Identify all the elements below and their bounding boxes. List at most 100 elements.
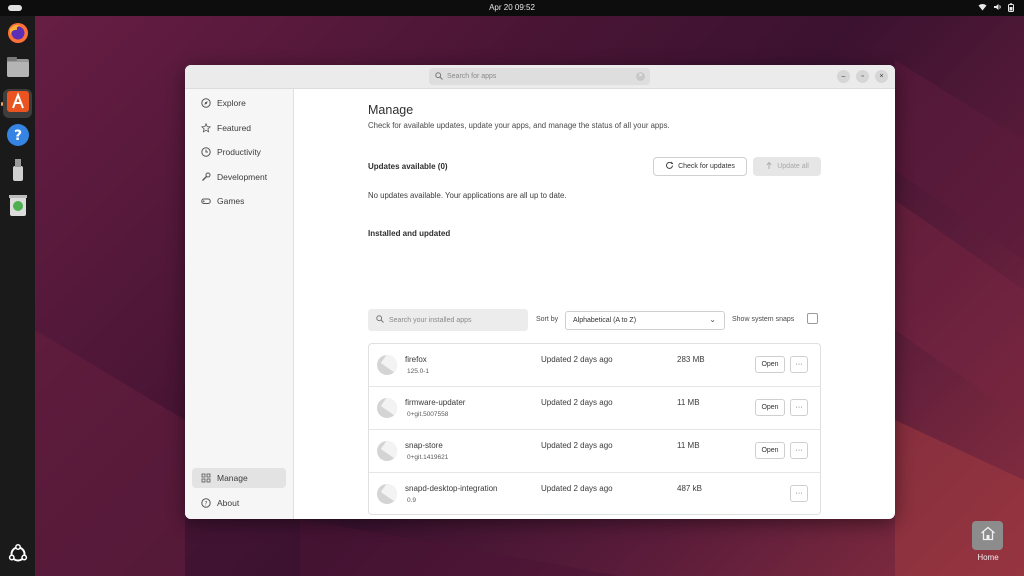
sort-by-label: Sort by [536, 316, 559, 323]
ubuntu-logo-icon [8, 544, 28, 569]
sort-value: Alphabetical (A to Z) [573, 317, 637, 324]
top-bar: Apr 20 09:52 [0, 0, 1024, 16]
sidebar-item-label: Explore [217, 98, 246, 108]
open-button[interactable]: Open [755, 356, 785, 373]
more-options-button[interactable]: ··· [790, 442, 808, 459]
app-name: snapd-desktop-integration [405, 484, 498, 493]
update-all-button[interactable]: Update all [753, 157, 821, 176]
files-launcher[interactable] [3, 55, 32, 84]
no-updates-message: No updates available. Your applications … [368, 191, 567, 200]
home-icon [980, 526, 996, 546]
installed-apps-list: firefox 125.0-1 Updated 2 days ago 283 M… [368, 343, 821, 515]
check-for-updates-label: Check for updates [678, 163, 735, 170]
clock[interactable]: Apr 20 09:52 [0, 3, 1024, 12]
app-center-icon [6, 89, 30, 118]
open-button[interactable]: Open [755, 399, 785, 416]
app-size: 11 MB [677, 398, 700, 407]
grid-icon [201, 473, 211, 483]
help-launcher[interactable]: ? [3, 123, 32, 152]
app-version: 0+git.1419621 [407, 454, 449, 461]
app-placeholder-icon [377, 398, 397, 418]
more-options-button[interactable]: ··· [790, 485, 808, 502]
sidebar-item-featured[interactable]: Featured [192, 118, 286, 138]
app-version: 0+git.5007558 [407, 411, 449, 418]
page-title: Manage [368, 103, 414, 117]
check-for-updates-button[interactable]: Check for updates [653, 157, 747, 176]
show-apps-button[interactable] [3, 542, 32, 571]
svg-text:?: ? [204, 500, 207, 507]
battery-icon[interactable] [1008, 3, 1016, 12]
help-icon: ? [6, 123, 30, 152]
app-placeholder-icon [377, 355, 397, 375]
system-tray[interactable] [978, 3, 1016, 12]
dock: ? [0, 16, 35, 576]
app-row-snap-store[interactable]: snap-store 0+git.1419621 Updated 2 days … [369, 430, 820, 473]
svg-text:?: ? [13, 128, 21, 144]
files-icon [6, 56, 30, 83]
compass-icon [201, 98, 211, 108]
app-center-launcher[interactable] [3, 89, 32, 118]
refresh-icon [665, 161, 674, 172]
trash-launcher[interactable] [3, 193, 32, 222]
manage-page: Manage Check for available updates, upda… [295, 89, 895, 519]
app-row-snapd-desktop-integration[interactable]: snapd-desktop-integration 0.9 Updated 2 … [369, 473, 820, 516]
chevron-down-icon: ⌄ [709, 315, 716, 324]
minimize-button[interactable]: – [837, 70, 850, 83]
clear-search-icon[interactable]: × [636, 72, 645, 81]
firefox-launcher[interactable] [3, 21, 32, 50]
search-icon [376, 315, 384, 325]
trash-icon [8, 193, 28, 222]
sidebar-item-about[interactable]: ? About [192, 493, 286, 513]
app-updated: Updated 2 days ago [541, 398, 613, 407]
app-updated: Updated 2 days ago [541, 441, 613, 450]
update-all-label: Update all [777, 163, 809, 170]
sidebar-item-label: Featured [217, 123, 252, 133]
sidebar-item-manage[interactable]: Manage [192, 468, 286, 488]
sidebar-item-label: Manage [217, 473, 248, 483]
show-system-snaps-checkbox[interactable] [807, 313, 818, 324]
usb-drive-launcher[interactable] [3, 158, 32, 187]
installed-search-input[interactable]: Search your installed apps [368, 309, 528, 331]
show-system-snaps-label: Show system snaps [732, 316, 795, 323]
sidebar: Explore Featured Productivity Developmen… [185, 89, 294, 519]
more-options-button[interactable]: ··· [790, 356, 808, 373]
title-bar: Search for apps × – ▫ × [185, 65, 895, 89]
app-placeholder-icon [377, 441, 397, 461]
more-options-button[interactable]: ··· [790, 399, 808, 416]
app-size: 487 kB [677, 484, 702, 493]
wifi-icon[interactable] [978, 3, 987, 11]
clock-icon [201, 147, 211, 157]
installed-search-placeholder: Search your installed apps [389, 316, 472, 324]
app-version: 0.9 [407, 497, 417, 504]
app-size: 11 MB [677, 441, 700, 450]
open-button[interactable]: Open [755, 442, 785, 459]
app-center-window: Search for apps × – ▫ × Explore Featured… [185, 65, 895, 519]
maximize-button[interactable]: ▫ [856, 70, 869, 83]
app-version: 125.0-1 [407, 368, 430, 375]
close-button[interactable]: × [875, 70, 888, 83]
sidebar-item-label: About [217, 498, 240, 508]
firefox-icon [6, 21, 30, 50]
app-row-firefox[interactable]: firefox 125.0-1 Updated 2 days ago 283 M… [369, 344, 820, 387]
sidebar-item-label: Productivity [217, 147, 261, 157]
app-name: firefox [405, 355, 427, 364]
home-folder-desktop-icon[interactable] [972, 521, 1003, 550]
sidebar-item-explore[interactable]: Explore [192, 93, 286, 113]
sidebar-item-development[interactable]: Development [192, 167, 286, 187]
app-placeholder-icon [377, 484, 397, 504]
update-icon [765, 161, 773, 172]
gamepad-icon [201, 196, 211, 206]
installed-heading: Installed and updated [368, 229, 451, 238]
sidebar-item-productivity[interactable]: Productivity [192, 142, 286, 162]
app-name: snap-store [405, 441, 443, 450]
app-updated: Updated 2 days ago [541, 484, 613, 493]
app-row-firmware-updater[interactable]: firmware-updater 0+git.5007558 Updated 2… [369, 387, 820, 430]
search-input[interactable]: Search for apps × [429, 68, 650, 85]
volume-icon[interactable] [993, 3, 1001, 11]
sidebar-item-games[interactable]: Games [192, 191, 286, 211]
sort-select[interactable]: Alphabetical (A to Z) ⌄ [565, 311, 725, 330]
search-placeholder: Search for apps [447, 73, 497, 80]
wrench-icon [201, 172, 211, 182]
usb-drive-icon [11, 158, 25, 187]
sidebar-item-label: Development [217, 172, 268, 182]
